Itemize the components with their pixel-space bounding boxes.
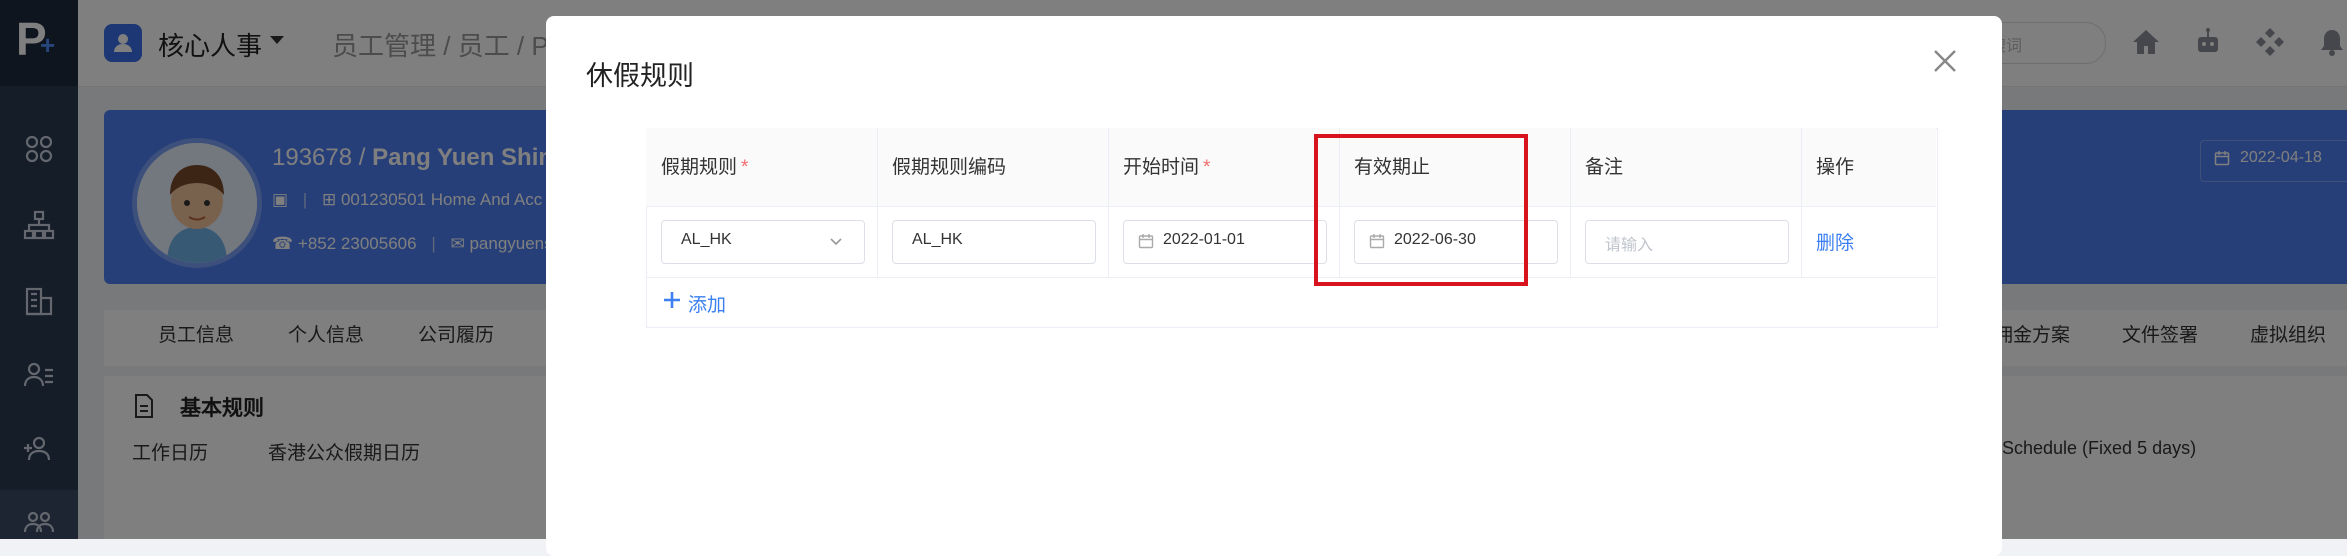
col-header-leave-rule: 假期规则 * — [661, 157, 749, 178]
remark-placeholder: 请输入 — [1605, 237, 1654, 254]
column-divider — [1108, 128, 1109, 278]
rule-code-value: AL_HK — [912, 231, 963, 248]
dialog-title: 休假规则 — [586, 61, 694, 91]
plus-icon[interactable] — [662, 290, 682, 310]
close-icon[interactable] — [1930, 46, 1960, 76]
column-divider — [1801, 128, 1802, 278]
chevron-down-icon[interactable] — [828, 233, 844, 249]
column-divider — [1570, 128, 1571, 278]
col-header-remark: 备注 — [1585, 157, 1624, 178]
col-header-action: 操作 — [1816, 157, 1855, 178]
calendar-icon — [1138, 233, 1154, 249]
leave-rule-value: AL_HK — [681, 231, 732, 248]
highlight-box — [1314, 134, 1528, 286]
start-date-value: 2022-01-01 — [1163, 231, 1245, 248]
table-header — [646, 128, 1936, 207]
add-row-button[interactable]: 添加 — [688, 290, 726, 317]
row-divider — [646, 277, 1936, 278]
column-divider — [877, 128, 878, 278]
col-header-start-time: 开始时间 * — [1123, 157, 1211, 178]
col-header-rule-code: 假期规则编码 — [892, 157, 1007, 178]
delete-button[interactable]: 删除 — [1816, 228, 1854, 255]
